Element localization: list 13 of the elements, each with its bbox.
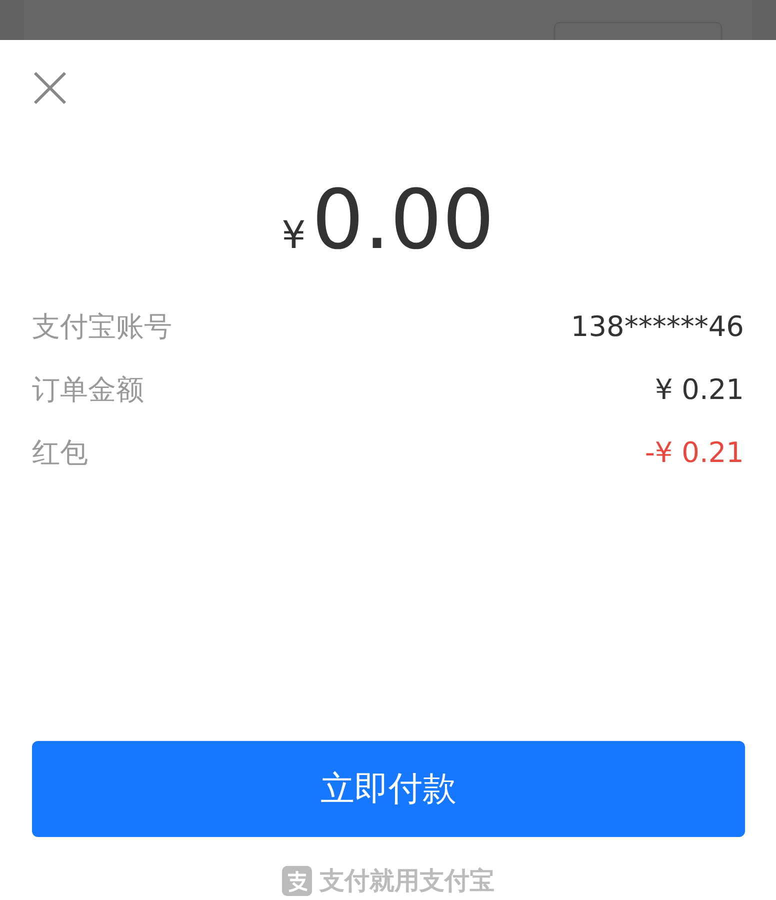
pay-button[interactable]: 立即付款 [32,741,745,837]
amount-value: 0.00 [312,180,494,262]
detail-value: ¥ 0.21 [654,372,744,408]
close-button[interactable] [33,71,67,105]
detail-label: 支付宝账号 [32,308,172,344]
detail-value: 138******46 [570,308,744,344]
detail-value: -¥ 0.21 [644,434,744,470]
close-icon [33,71,67,105]
footer-slogan: 支付就用支付宝 [320,865,494,897]
payment-logo-icon [282,866,312,896]
currency-symbol: ¥ [282,212,306,259]
detail-label: 订单金额 [32,372,144,408]
detail-label: 红包 [32,434,88,470]
